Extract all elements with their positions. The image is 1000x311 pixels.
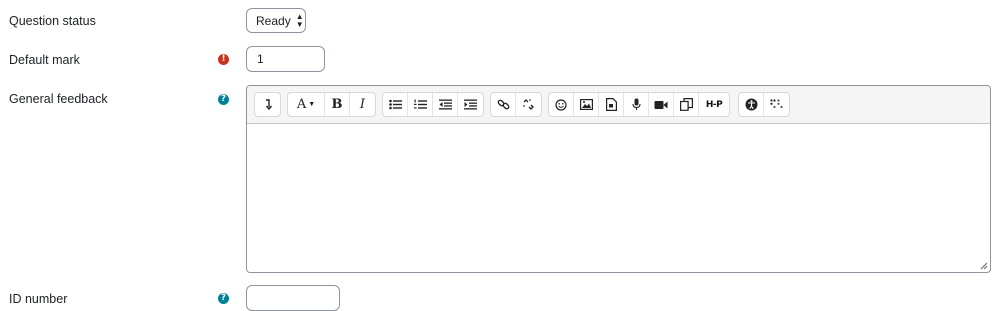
unordered-list-icon[interactable] — [383, 93, 408, 116]
required-icon: ! — [218, 54, 229, 65]
media-icon[interactable] — [599, 93, 624, 116]
screenreader-helper-icon[interactable] — [764, 93, 789, 116]
id-number-label: ID number — [9, 292, 68, 306]
general-feedback-editor: A ▼ B I H-P — [246, 85, 991, 273]
question-status-select[interactable]: Ready ▲ ▼ — [246, 8, 306, 33]
show-more-buttons-icon[interactable] — [255, 93, 280, 116]
outdent-icon[interactable] — [433, 93, 458, 116]
accessibility-checker-icon[interactable] — [739, 93, 764, 116]
help-icon[interactable]: ? — [218, 293, 229, 304]
editor-toolbar: A ▼ B I H-P — [247, 86, 990, 124]
question-status-value: Ready — [256, 13, 291, 28]
default-mark-value: 1 — [257, 52, 264, 66]
link-icon[interactable] — [491, 93, 516, 116]
ordered-list-icon[interactable] — [408, 93, 433, 116]
toolbar-group-lists — [382, 92, 484, 117]
id-number-input[interactable] — [246, 285, 340, 311]
toolbar-group-accessibility — [738, 92, 790, 117]
bold-icon[interactable]: B — [325, 93, 350, 116]
unlink-icon[interactable] — [516, 93, 541, 116]
general-feedback-label: General feedback — [9, 92, 108, 106]
h5p-icon[interactable]: H-P — [699, 93, 729, 116]
help-icon[interactable]: ? — [218, 94, 229, 105]
toolbar-group-style: A ▼ B I — [287, 92, 376, 117]
record-video-icon[interactable] — [649, 93, 674, 116]
record-audio-icon[interactable] — [624, 93, 649, 116]
manage-files-icon[interactable] — [674, 93, 699, 116]
italic-icon[interactable]: I — [350, 93, 375, 116]
toolbar-group-more — [254, 92, 281, 117]
feedback-content-area[interactable] — [247, 123, 990, 272]
question-status-label: Question status — [9, 14, 96, 28]
toolbar-group-media: H-P — [548, 92, 730, 117]
toolbar-group-links — [490, 92, 542, 117]
indent-icon[interactable] — [458, 93, 483, 116]
emoji-icon[interactable] — [549, 93, 574, 116]
select-caret-icon: ▲ ▼ — [295, 11, 304, 29]
default-mark-label: Default mark — [9, 53, 80, 67]
font-style-icon[interactable]: A ▼ — [288, 93, 325, 116]
default-mark-input[interactable]: 1 — [246, 46, 325, 72]
resize-handle-icon[interactable] — [980, 262, 988, 270]
image-icon[interactable] — [574, 93, 599, 116]
